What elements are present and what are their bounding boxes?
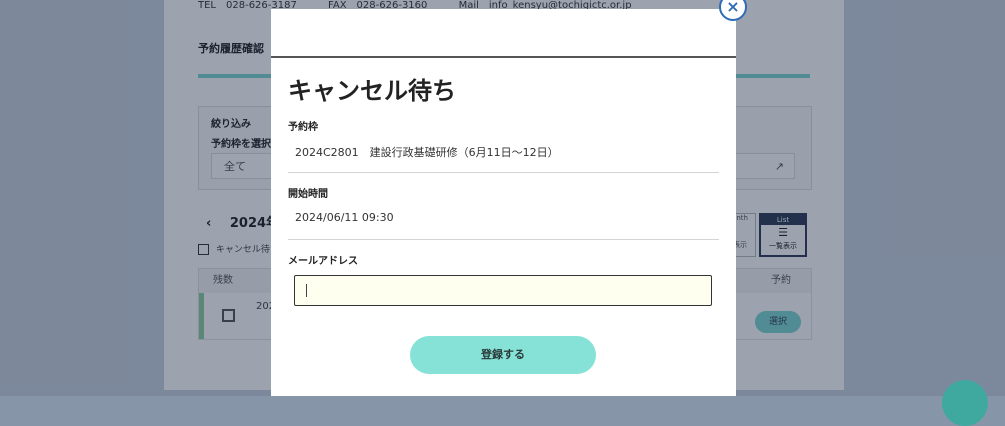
cancel-wait-modal: × キャンセル待ち 予約枠 2024C2801 建設行政基礎研修（6月11日～1… <box>271 0 747 396</box>
slot-value: 2024C2801 建設行政基礎研修（6月11日～12日） <box>295 146 559 159</box>
email-label: メールアドレス <box>288 256 358 267</box>
divider <box>288 172 719 173</box>
modal-title: キャンセル待ち <box>288 77 456 105</box>
modal-top-bar <box>271 9 736 58</box>
divider <box>288 239 719 240</box>
register-button[interactable]: 登録する <box>410 336 596 374</box>
slot-label: 予約枠 <box>288 122 318 133</box>
text-cursor <box>306 284 307 297</box>
start-time-value: 2024/06/11 09:30 <box>295 211 394 224</box>
floating-action-button[interactable] <box>942 380 988 426</box>
email-input[interactable] <box>294 275 712 306</box>
start-time-label: 開始時間 <box>288 189 328 200</box>
